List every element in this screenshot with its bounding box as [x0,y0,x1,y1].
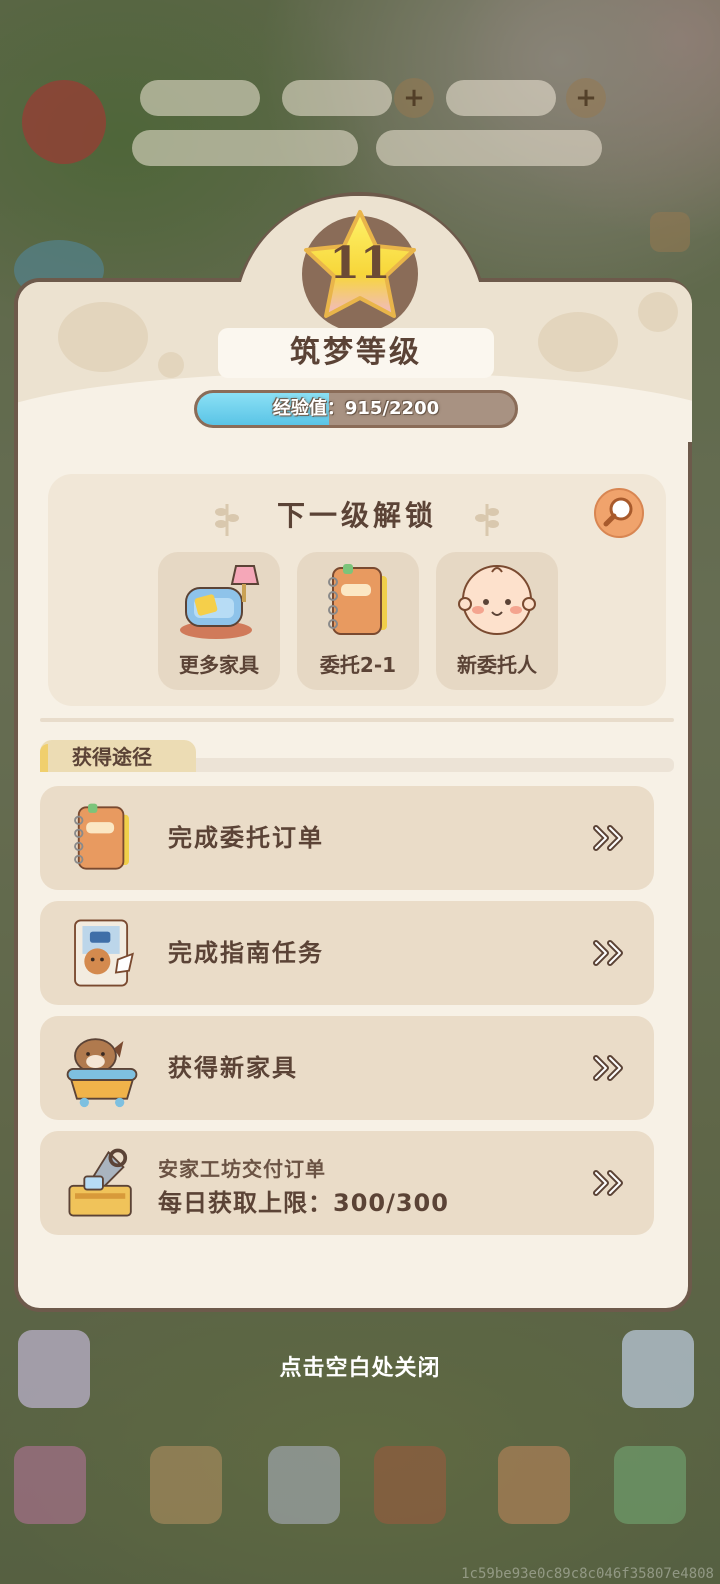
avatar-badge [22,80,106,164]
workshop-tools-icon [68,1148,132,1217]
watermark: 1c59be93e0c89c8c046f35807e4808 [461,1566,714,1582]
close-hint[interactable]: 点击空白处关闭 [0,1350,720,1382]
unlock-item-label: 委托2-1 [319,653,397,677]
route-label: 获得新家具 [168,1054,298,1082]
route-row-guide[interactable]: 完成指南任务 [40,901,654,1005]
bottom-nav-1 [14,1446,86,1524]
routes-tab: 获得途径 [40,740,196,772]
route-row-commission[interactable]: 完成委托订单 [40,786,654,890]
paw-decoration [58,302,148,372]
exp-progress-bar: 经验值：915/2200 [194,390,518,428]
paw-decoration [158,352,184,378]
bottom-nav-2 [150,1446,222,1524]
name-pill [132,130,358,166]
gem-counter-pill [446,80,556,116]
bottom-nav-3 [268,1446,340,1524]
unlock-item-label: 更多家具 [179,653,259,677]
unlock-item-commission[interactable]: 委托2-1 [297,552,419,690]
route-label: 完成委托订单 [168,824,324,852]
bottom-nav-5 [498,1446,570,1524]
route-daily-limit: 每日获取上限：300/300 [158,1189,449,1217]
double-chevron-right-icon [593,1055,623,1081]
next-level-unlock-card: 下一级解锁 更多家具 委托2-1 新委托人 [48,474,666,706]
sofa-lamp-icon [180,565,260,639]
unlock-item-furniture[interactable]: 更多家具 [158,552,280,690]
route-label: 安家工坊交付订单 [158,1157,326,1181]
notebook-icon [328,564,387,635]
notebook-icon [74,803,129,870]
routes-tab-line [190,758,674,772]
exp-progress-text: 经验值：915/2200 [272,398,440,419]
bottom-nav-6 [614,1446,686,1524]
unlock-title: 下一级解锁 [276,499,437,532]
bottom-nav-4 [374,1446,446,1524]
baby-face-icon [458,565,536,635]
gold-counter-pill [140,80,260,116]
coin-counter-pill [282,80,392,116]
add-gem-button: + [566,78,606,118]
double-chevron-right-icon [593,825,623,851]
paw-decoration [538,312,618,372]
dialog-title: 筑梦等级 [218,328,494,378]
add-coin-button: + [394,78,434,118]
unlock-item-new-client[interactable]: 新委托人 [436,552,558,690]
sprig-right-icon [475,504,499,536]
magnifier-icon [603,497,633,527]
dog-basket-icon [66,1038,138,1108]
guide-book-icon [74,919,134,987]
double-chevron-right-icon [593,940,623,966]
level-number: 11 [329,238,391,289]
route-row-furniture[interactable]: 获得新家具 [40,1016,654,1120]
route-label: 完成指南任务 [168,939,324,967]
search-button[interactable] [594,488,644,538]
unlock-item-label: 新委托人 [457,653,537,677]
paw-decoration [638,292,678,332]
town-select-pill [376,130,602,166]
section-divider [40,718,674,722]
double-chevron-right-icon [593,1170,623,1196]
side-menu-button [650,212,690,252]
route-row-workshop[interactable]: 安家工坊交付订单 每日获取上限：300/300 [40,1131,654,1235]
